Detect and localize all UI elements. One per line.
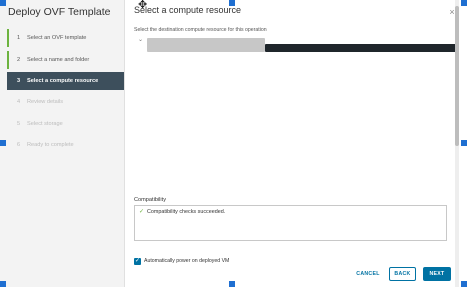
step-select-storage: 5 Select storage	[7, 115, 124, 133]
step-number: 4	[17, 99, 21, 105]
step-label: Ready to complete	[27, 142, 74, 148]
cancel-button[interactable]: CANCEL	[352, 267, 384, 281]
resize-handle-top[interactable]	[229, 0, 235, 6]
page-title: Select a compute resource	[134, 5, 242, 15]
step-label: Review details	[27, 99, 64, 105]
step-number: 1	[17, 35, 21, 41]
resize-handle-left[interactable]	[0, 140, 6, 146]
step-label: Select a name and folder	[27, 57, 90, 63]
step-label: Select a compute resource	[27, 78, 99, 84]
resize-handle-top-left[interactable]	[0, 0, 6, 6]
scrollbar-thumb[interactable]	[455, 6, 459, 146]
step-label: Select storage	[27, 121, 63, 127]
resize-handle-bottom-right[interactable]	[461, 281, 467, 287]
step-label: Select an OVF template	[27, 35, 87, 41]
compatibility-message: Compatibility checks succeeded.	[147, 209, 226, 215]
compatibility-label: Compatibility	[134, 197, 167, 203]
selected-resource-row[interactable]	[265, 44, 456, 52]
page-subtitle: Select the destination compute resource …	[134, 27, 267, 33]
step-ready-to-complete: 6 Ready to complete	[7, 136, 124, 154]
wizard-steps-pane: Deploy OVF Template 1 Select an OVF templ…	[0, 0, 125, 287]
compute-resource-tree: ⌄	[134, 36, 460, 56]
resize-handle-right[interactable]	[461, 140, 467, 146]
resize-handle-bottom[interactable]	[229, 281, 235, 287]
compatibility-panel: ✓ Compatibility checks succeeded.	[134, 205, 447, 241]
step-select-ovf-template[interactable]: 1 Select an OVF template	[7, 29, 124, 47]
step-number: 2	[17, 57, 21, 63]
wizard-title: Deploy OVF Template	[8, 6, 111, 18]
next-button[interactable]: NEXT	[423, 267, 451, 281]
move-cursor-icon: ✥	[138, 0, 148, 11]
step-number: 3	[17, 78, 21, 84]
power-on-label[interactable]: Automatically power on deployed VM	[144, 258, 229, 265]
step-content-pane: Select a compute resource × Select the d…	[126, 0, 467, 287]
redacted-resource-name	[147, 38, 265, 52]
step-number: 5	[17, 121, 21, 127]
power-on-checkbox[interactable]: ✓	[134, 258, 141, 265]
step-review-details: 4 Review details	[7, 93, 124, 111]
step-select-compute-resource[interactable]: 3 Select a compute resource	[7, 72, 124, 90]
resize-handle-bottom-left[interactable]	[0, 281, 6, 287]
back-button[interactable]: BACK	[389, 267, 416, 281]
chevron-down-icon[interactable]: ⌄	[138, 37, 143, 44]
resize-handle-top-right[interactable]	[461, 0, 467, 6]
deploy-ovf-wizard: Deploy OVF Template 1 Select an OVF templ…	[0, 0, 467, 287]
checkmark-icon: ✓	[139, 209, 145, 215]
step-number: 6	[17, 142, 21, 148]
step-select-name-folder[interactable]: 2 Select a name and folder	[7, 51, 124, 69]
